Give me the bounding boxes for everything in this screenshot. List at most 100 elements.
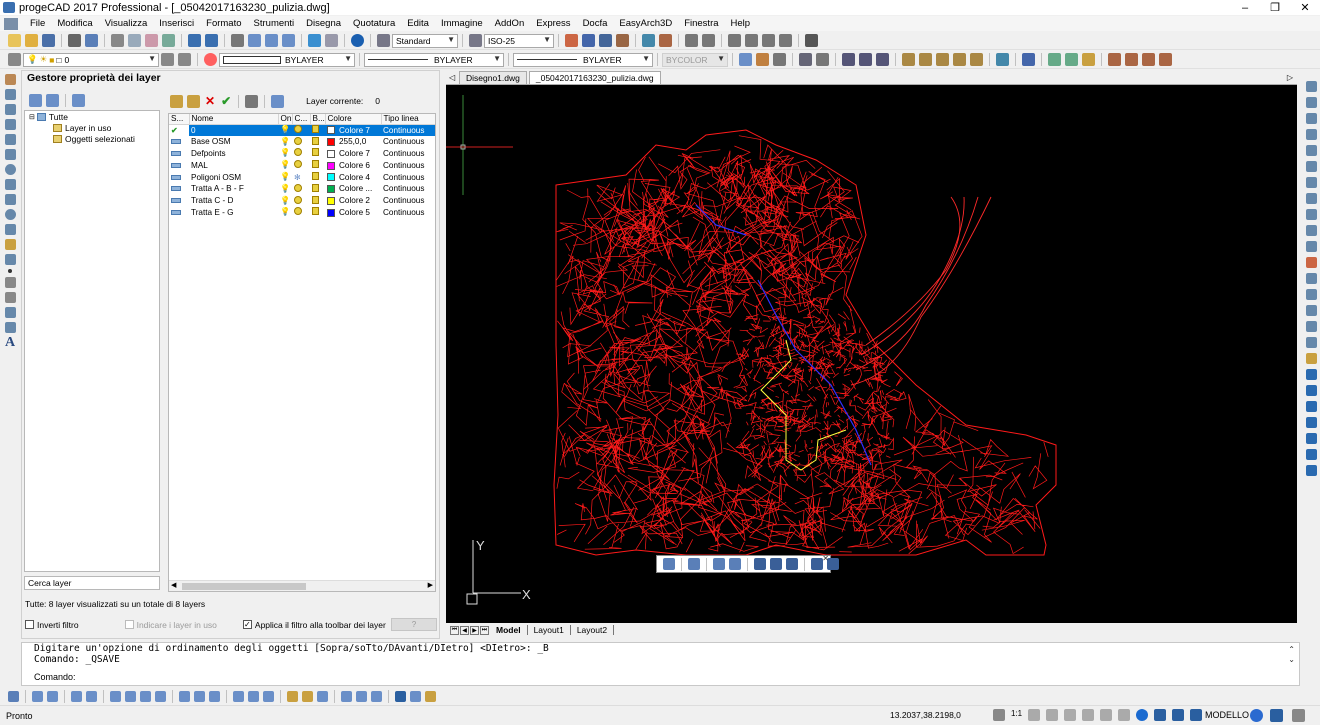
refresh-icon[interactable]: [271, 94, 285, 108]
ellipse-icon[interactable]: [4, 209, 16, 220]
layer-row[interactable]: Base OSM 💡 255,0,0 Continuous: [169, 136, 435, 148]
minimize-button[interactable]: –: [1230, 0, 1260, 15]
bottom-tool-icon-16[interactable]: [287, 690, 298, 702]
render-icon-1[interactable]: [1022, 53, 1035, 66]
menu-formato[interactable]: Formato: [200, 18, 247, 29]
layer-linetype[interactable]: Continuous: [381, 183, 435, 195]
modify-icon-4[interactable]: [799, 53, 812, 66]
menu-easyarch3d[interactable]: EasyArch3D: [613, 18, 678, 29]
region-icon[interactable]: [4, 307, 16, 318]
scroll-thumb[interactable]: [182, 583, 306, 590]
layer-name[interactable]: Base OSM: [189, 136, 278, 148]
column-header[interactable]: S...: [169, 114, 190, 125]
tool-icon-4[interactable]: [1305, 416, 1317, 428]
menu-docfa[interactable]: Docfa: [577, 18, 614, 29]
tabs-left-icon[interactable]: ◁: [449, 73, 455, 82]
snap-endpoint-icon[interactable]: [685, 34, 698, 47]
osnap-toggle-icon[interactable]: [1100, 709, 1113, 721]
view-icon-3[interactable]: [876, 53, 889, 66]
view-icon-7[interactable]: [953, 53, 966, 66]
layer-color[interactable]: 255,0,0: [325, 136, 381, 148]
column-header[interactable]: Nome: [189, 114, 279, 125]
make-object-layer-current-icon[interactable]: [178, 53, 191, 66]
ellipse-arc-icon[interactable]: [4, 224, 16, 235]
layer-name[interactable]: 0: [189, 124, 278, 136]
rectangle-icon[interactable]: [4, 134, 16, 145]
snap-toggle-icon[interactable]: [1028, 709, 1041, 721]
apply-filter-checkbox[interactable]: ✓: [242, 620, 252, 629]
snap-tangent-icon[interactable]: [779, 34, 792, 47]
scale-icon[interactable]: [1305, 192, 1317, 204]
menu-quotatura[interactable]: Quotatura: [347, 18, 401, 29]
color-icon[interactable]: [204, 53, 217, 66]
arc-icon[interactable]: [4, 149, 16, 160]
ortho-toggle-icon[interactable]: [1064, 709, 1077, 721]
sun-icon[interactable]: [294, 136, 302, 145]
dim-style-select[interactable]: ISO-25 ▼: [484, 33, 554, 48]
document-icon[interactable]: [4, 17, 18, 30]
workspace-icon[interactable]: [1270, 709, 1283, 722]
mirror-icon[interactable]: [1305, 112, 1317, 124]
delete-layer-icon[interactable]: ✕: [205, 94, 215, 108]
render-icon-6[interactable]: [1125, 53, 1138, 66]
bottom-tool-icon-23[interactable]: [410, 690, 421, 702]
line-icon[interactable]: [4, 74, 16, 85]
close-button[interactable]: ✕: [1290, 0, 1320, 15]
bottom-tool-icon-6[interactable]: [110, 690, 121, 702]
zoom-scale-icon[interactable]: [811, 558, 823, 570]
layer-previous-icon[interactable]: [161, 53, 174, 66]
column-header[interactable]: On: [278, 114, 293, 125]
lightbulb-icon[interactable]: 💡: [278, 171, 292, 183]
bottom-tool-icon-13[interactable]: [233, 690, 244, 702]
help-icon[interactable]: [351, 34, 364, 47]
zoom-toolbar-close-icon[interactable]: ✕: [822, 554, 829, 563]
grid-toggle-icon[interactable]: [1046, 709, 1059, 721]
tree-node-in-use[interactable]: Layer in uso: [25, 122, 159, 133]
layer-linetype[interactable]: Continuous: [381, 136, 435, 148]
snap-center-icon[interactable]: [728, 34, 741, 47]
match-properties-icon[interactable]: [162, 34, 175, 47]
tool-icon-1[interactable]: [1305, 368, 1317, 380]
lineweight-select[interactable]: BYLAYER ▼: [513, 52, 653, 67]
annotation-scale-icon[interactable]: [993, 709, 1005, 721]
frozen-icon[interactable]: ✻: [294, 173, 301, 182]
zoom-window-bar-icon[interactable]: [729, 558, 741, 570]
scroll-left-icon[interactable]: ◀: [171, 581, 176, 589]
edit-icon[interactable]: [1305, 352, 1317, 364]
erase-icon[interactable]: [1305, 80, 1317, 92]
modify-icon-2[interactable]: [756, 53, 769, 66]
lightbulb-icon[interactable]: 💡: [278, 159, 292, 171]
move-icon[interactable]: [1305, 160, 1317, 172]
tab-layout2[interactable]: Layout2: [571, 625, 615, 635]
bottom-tool-icon-8[interactable]: [140, 690, 151, 702]
dimension-angle-icon[interactable]: [616, 34, 629, 47]
restore-button[interactable]: ❐: [1260, 0, 1290, 15]
bottom-tool-icon-9[interactable]: [155, 690, 166, 702]
rotate-icon[interactable]: [1305, 176, 1317, 188]
gradient-icon[interactable]: [4, 292, 16, 303]
zoom-all-icon[interactable]: [770, 558, 782, 570]
zoom-previous-bar-icon[interactable]: [688, 558, 700, 570]
settings-gear-icon[interactable]: [1250, 709, 1263, 722]
model-space-canvas[interactable]: Y X ✕: [446, 85, 1297, 623]
bottom-tool-icon-14[interactable]: [248, 690, 259, 702]
break-icon[interactable]: [1305, 272, 1317, 284]
layer-color[interactable]: Colore 4: [325, 171, 381, 183]
view-icon-6[interactable]: [936, 53, 949, 66]
search-layer-input[interactable]: Cerca layer: [24, 576, 160, 590]
layer-name[interactable]: Tratta A - B - F: [189, 183, 278, 195]
layer-linetype[interactable]: Continuous: [381, 148, 435, 160]
view-icon-1[interactable]: [842, 53, 855, 66]
lightbulb-icon[interactable]: 💡: [278, 124, 292, 136]
spline-icon[interactable]: [4, 194, 16, 205]
layer-linetype[interactable]: Continuous: [381, 159, 435, 171]
bottom-tool-icon-5[interactable]: [86, 690, 97, 702]
layer-name[interactable]: MAL: [189, 159, 278, 171]
trim-icon[interactable]: [1305, 240, 1317, 252]
bottom-tool-icon-1[interactable]: [8, 690, 19, 702]
view-icon-5[interactable]: [919, 53, 932, 66]
layer-name[interactable]: Poligoni OSM: [189, 171, 278, 183]
lock-icon[interactable]: [310, 171, 325, 183]
text-style-icon[interactable]: [377, 34, 390, 47]
view-icon-4[interactable]: [902, 53, 915, 66]
